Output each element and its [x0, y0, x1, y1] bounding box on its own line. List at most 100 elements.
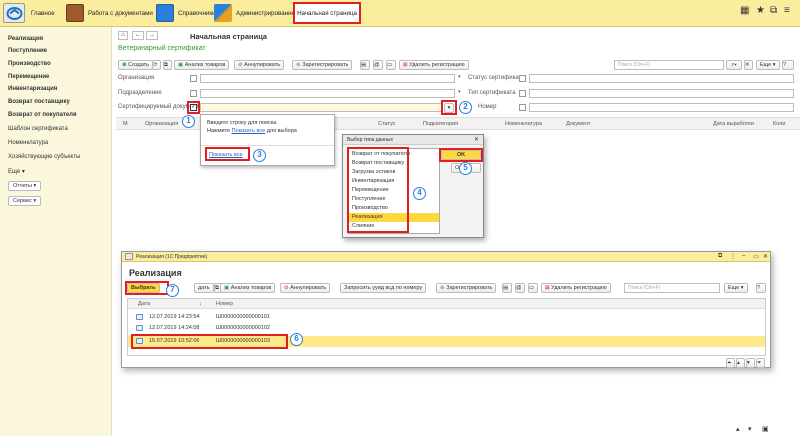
cert-type-field[interactable]: [529, 89, 794, 98]
col-production-date[interactable]: Дата выработки: [713, 121, 754, 127]
number-field[interactable]: [529, 103, 794, 112]
sidebar-item-return-supplier[interactable]: Возврат поставщику: [8, 99, 70, 105]
section-directories-label: Справочники: [178, 9, 216, 17]
sidebar-item-sales[interactable]: Реализация: [8, 36, 43, 42]
window-print-button[interactable]: ▤: [502, 283, 512, 293]
copy-button[interactable]: ⧉: [163, 60, 172, 70]
bottom-down-icon[interactable]: ▾: [748, 425, 752, 433]
window-help-button[interactable]: ?: [756, 283, 766, 293]
more-button[interactable]: Еще ▾: [756, 60, 780, 70]
hint-suffix: для выбора: [265, 128, 297, 134]
scroll-first-button[interactable]: ⏶: [726, 358, 735, 368]
help-button[interactable]: ?: [782, 60, 794, 70]
org-checkbox[interactable]: [190, 75, 197, 82]
cert-status-checkbox[interactable]: [519, 75, 526, 82]
sidebar-item-transfer[interactable]: Перемещение: [8, 74, 49, 80]
save-button[interactable]: ▭: [386, 60, 396, 70]
window-cancel-button[interactable]: ⊘ Аннулировать: [280, 283, 331, 293]
request-uuid-button[interactable]: Запросить ууид всд по номеру: [340, 283, 427, 293]
analysis-button[interactable]: ▣ Анализ товаров: [174, 60, 230, 70]
col-subcategory[interactable]: Подкатегория: [423, 121, 458, 127]
app-logo-icon[interactable]: [3, 3, 25, 23]
print-button[interactable]: ▤: [360, 60, 370, 70]
col-document[interactable]: Документ: [566, 121, 590, 127]
section-start-page[interactable]: Начальная страница: [293, 2, 361, 24]
window-search-placeholder: Поиск (Ctrl+F): [628, 285, 661, 291]
window-link-icon[interactable]: ⧉: [718, 253, 722, 260]
section-directories[interactable]: Справочники: [156, 2, 215, 24]
window-copy-icon: ⧉: [215, 285, 219, 291]
mail-button[interactable]: @: [373, 60, 383, 70]
window-minimize-icon[interactable]: –: [742, 253, 745, 259]
scroll-down-button[interactable]: ▾: [746, 358, 755, 368]
sidebar-item-cert-template[interactable]: Шаблон сертификата: [8, 126, 68, 132]
cert-type-checkbox[interactable]: [519, 90, 526, 97]
col-nomenclature[interactable]: Номенклатура: [505, 121, 542, 127]
window-mail-button[interactable]: @: [515, 283, 525, 293]
settings-icon[interactable]: ≡: [784, 5, 790, 16]
section-documents[interactable]: Работа с документами: [66, 2, 153, 24]
window-analysis-button[interactable]: ▣ Анализ товаров: [220, 283, 276, 293]
sidebar-item-nomenclature[interactable]: Номенклатура: [8, 140, 48, 146]
history-icon[interactable]: ⧉: [770, 5, 777, 16]
window-disk-icon: ▭: [529, 285, 535, 291]
nav-forward-icon[interactable]: →: [146, 31, 158, 40]
cancel-cert-button[interactable]: ⊘ Аннулировать: [234, 60, 285, 70]
analysis-label: Анализ товаров: [184, 62, 226, 68]
window-maximize-icon[interactable]: ▭: [753, 253, 759, 260]
cert-status-field[interactable]: [529, 74, 794, 83]
highlight-select: [125, 281, 169, 295]
dept-checkbox[interactable]: [190, 90, 197, 97]
window-menu-icon[interactable]: ⋮: [730, 253, 736, 260]
org-field[interactable]: [200, 74, 455, 83]
refresh-button[interactable]: ⟳: [152, 60, 161, 70]
nav-home-icon[interactable]: ⌂: [118, 31, 128, 40]
window-delete-reg-button[interactable]: ⊠ Удалить регистрацию: [541, 283, 611, 293]
window-search-input[interactable]: Поиск (Ctrl+F): [624, 283, 720, 293]
delete-registration-button[interactable]: ⊠ Удалить регистрацию: [399, 60, 469, 70]
col-quantity[interactable]: Коли: [773, 121, 785, 127]
request-uuid-label: Запросить ууид всд по номеру: [344, 285, 423, 291]
cert-status-label: Статус сертификата: [468, 75, 525, 81]
org-dropdown-icon[interactable]: ▾: [458, 74, 461, 80]
sidebar-item-entities[interactable]: Хозяйствующие субъекты: [8, 154, 80, 160]
col-number[interactable]: Номер: [216, 301, 233, 307]
search-input[interactable]: Поиск (Ctrl+F): [614, 60, 724, 70]
dept-dropdown-icon[interactable]: ▾: [458, 89, 461, 95]
hint-link[interactable]: Показать все: [232, 128, 266, 134]
col-status[interactable]: Статус: [378, 121, 395, 127]
col-org[interactable]: Организация: [145, 121, 178, 127]
section-main[interactable]: Главное: [31, 2, 55, 24]
create-button[interactable]: ⊕ Создать: [118, 60, 154, 70]
register-button[interactable]: ⊛ Зарегистрировать: [292, 60, 353, 70]
reports-button[interactable]: Отчеты ▾: [8, 181, 42, 191]
sidebar-item-more[interactable]: Еще ▾: [8, 168, 25, 175]
window-save-button[interactable]: ▭: [528, 283, 538, 293]
grid-menu-icon[interactable]: ▦: [740, 5, 749, 16]
clear-search-button[interactable]: ✕: [744, 60, 753, 70]
bottom-scroll-icon[interactable]: ▣: [762, 425, 769, 433]
dialog-close-icon[interactable]: ✕: [474, 136, 479, 143]
sidebar-item-inventory[interactable]: Инвентаризация: [8, 86, 57, 92]
nav-back-icon[interactable]: ←: [132, 31, 144, 40]
col-mark[interactable]: М: [123, 121, 128, 127]
window-more-button[interactable]: Еще ▾: [724, 283, 748, 293]
dept-field[interactable]: [200, 89, 455, 98]
star-icon[interactable]: ★: [756, 5, 765, 16]
sort-icon[interactable]: ↓: [199, 301, 202, 307]
certified-doc-field[interactable]: [200, 103, 442, 112]
sidebar-item-return-buyer[interactable]: Возврат от покупателя: [8, 112, 77, 118]
number-checkbox[interactable]: [519, 104, 526, 111]
sidebar-item-receipt[interactable]: Поступление: [8, 48, 47, 54]
window-register-button[interactable]: ⊛ Зарегистрировать: [436, 283, 497, 293]
service-button[interactable]: Сервис ▾: [8, 196, 42, 206]
bottom-up-icon[interactable]: ▴: [736, 425, 740, 433]
search-button[interactable]: ⌕▾: [726, 60, 742, 70]
section-admin[interactable]: Администрирование: [214, 2, 295, 24]
window-close-icon[interactable]: ✕: [763, 253, 768, 260]
sidebar-item-production[interactable]: Производство: [8, 61, 51, 67]
scroll-up-button[interactable]: ▴: [736, 358, 745, 368]
create-doc-button[interactable]: дать: [194, 283, 214, 293]
scroll-last-button[interactable]: ⏷: [756, 358, 765, 368]
col-date[interactable]: Дата: [138, 301, 150, 307]
